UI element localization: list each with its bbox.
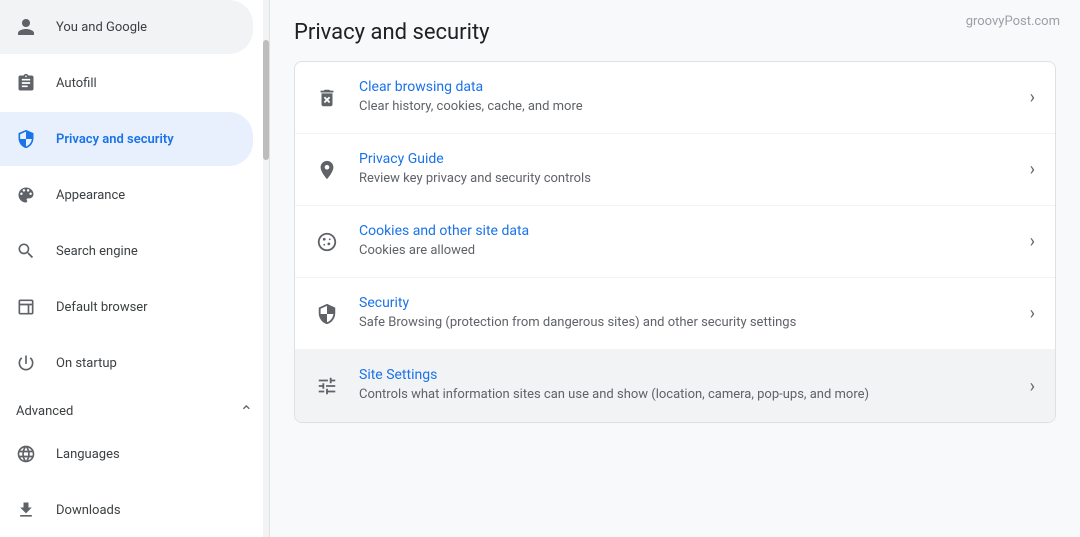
page-title: Privacy and security xyxy=(294,20,1056,45)
sidebar-item-label: On startup xyxy=(56,356,117,371)
sidebar-item-label: Default browser xyxy=(56,300,148,315)
site-settings-content: Site Settings Controls what information … xyxy=(359,367,1018,404)
cookies-subtitle: Cookies are allowed xyxy=(359,242,1018,260)
sidebar-item-label: Search engine xyxy=(56,244,138,259)
sidebar-item-label: Privacy and security xyxy=(56,132,174,147)
privacy-guide-title: Privacy Guide xyxy=(359,151,1018,167)
site-settings-row[interactable]: Site Settings Controls what information … xyxy=(295,350,1055,422)
sidebar-item-languages[interactable]: Languages xyxy=(0,427,253,481)
search-icon xyxy=(16,241,36,261)
site-settings-title: Site Settings xyxy=(359,367,1018,383)
main-content: groovyPost.com Privacy and security Clea… xyxy=(270,0,1080,537)
security-shield-icon xyxy=(315,302,339,326)
cookies-row[interactable]: Cookies and other site data Cookies are … xyxy=(295,206,1055,278)
clear-browsing-data-content: Clear browsing data Clear history, cooki… xyxy=(359,79,1018,116)
browser-icon xyxy=(16,297,36,317)
cookie-icon xyxy=(315,230,339,254)
sidebar-item-label: You and Google xyxy=(56,20,147,35)
security-content: Security Safe Browsing (protection from … xyxy=(359,295,1018,332)
privacy-guide-icon xyxy=(315,158,339,182)
sidebar-item-autofill[interactable]: Autofill xyxy=(0,56,253,110)
chevron-right-icon: › xyxy=(1030,87,1035,108)
advanced-section-header[interactable]: Advanced ⌃ xyxy=(0,392,269,427)
site-settings-subtitle: Controls what information sites can use … xyxy=(359,386,1018,404)
clear-browsing-data-title: Clear browsing data xyxy=(359,79,1018,95)
tune-icon xyxy=(315,374,339,398)
advanced-label: Advanced xyxy=(16,404,73,419)
person-icon xyxy=(16,17,36,37)
chevron-right-icon: › xyxy=(1030,303,1035,324)
download-icon xyxy=(16,500,36,520)
security-title: Security xyxy=(359,295,1018,311)
privacy-guide-content: Privacy Guide Review key privacy and sec… xyxy=(359,151,1018,188)
chevron-right-icon: › xyxy=(1030,159,1035,180)
sidebar-item-you-and-google[interactable]: You and Google xyxy=(0,0,253,54)
sidebar-item-privacy-and-security[interactable]: Privacy and security xyxy=(0,112,253,166)
sidebar-item-label: Downloads xyxy=(56,503,121,518)
globe-icon xyxy=(16,444,36,464)
watermark: groovyPost.com xyxy=(966,14,1060,29)
power-icon xyxy=(16,353,36,373)
sidebar-item-appearance[interactable]: Appearance xyxy=(0,168,253,222)
sidebar: You and Google Autofill Privacy and secu… xyxy=(0,0,270,537)
security-subtitle: Safe Browsing (protection from dangerous… xyxy=(359,314,1018,332)
chevron-right-icon: › xyxy=(1030,231,1035,252)
privacy-guide-subtitle: Review key privacy and security controls xyxy=(359,170,1018,188)
palette-icon xyxy=(16,185,36,205)
sidebar-item-default-browser[interactable]: Default browser xyxy=(0,280,253,334)
cookies-content: Cookies and other site data Cookies are … xyxy=(359,223,1018,260)
clear-browsing-data-row[interactable]: Clear browsing data Clear history, cooki… xyxy=(295,62,1055,134)
settings-card: Clear browsing data Clear history, cooki… xyxy=(294,61,1056,423)
sidebar-item-label: Autofill xyxy=(56,76,97,91)
sidebar-item-downloads[interactable]: Downloads xyxy=(0,483,253,537)
sidebar-item-label: Appearance xyxy=(56,188,125,203)
cookies-title: Cookies and other site data xyxy=(359,223,1018,239)
security-row[interactable]: Security Safe Browsing (protection from … xyxy=(295,278,1055,350)
sidebar-item-on-startup[interactable]: On startup xyxy=(0,336,253,390)
shield-icon xyxy=(16,129,36,149)
assignment-icon xyxy=(16,73,36,93)
sidebar-item-label: Languages xyxy=(56,447,120,462)
delete-icon xyxy=(315,86,339,110)
sidebar-item-search-engine[interactable]: Search engine xyxy=(0,224,253,278)
chevron-up-icon: ⌃ xyxy=(240,402,253,421)
chevron-right-icon: › xyxy=(1030,376,1035,397)
clear-browsing-data-subtitle: Clear history, cookies, cache, and more xyxy=(359,98,1018,116)
privacy-guide-row[interactable]: Privacy Guide Review key privacy and sec… xyxy=(295,134,1055,206)
scrollbar-track[interactable] xyxy=(263,0,269,537)
scrollbar-thumb[interactable] xyxy=(263,40,269,160)
